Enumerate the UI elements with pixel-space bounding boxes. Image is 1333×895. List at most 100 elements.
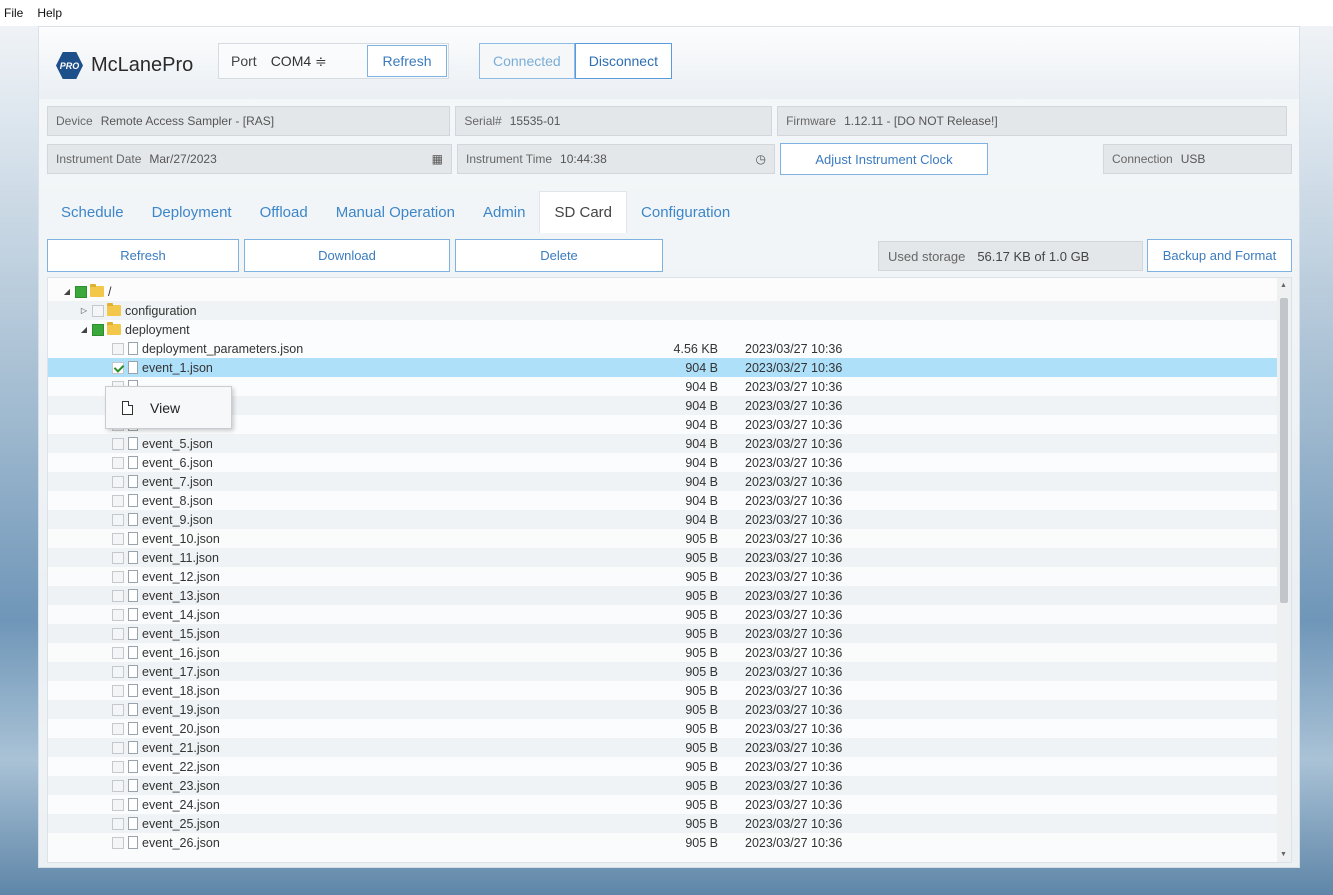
instrument-date-value: Mar/27/2023 [149,152,217,166]
file-row[interactable]: event_7.json 904 B 2023/03/27 10:36 [48,472,1278,491]
file-row[interactable]: event_5.json 904 B 2023/03/27 10:36 [48,434,1278,453]
file-row[interactable]: 904 B 2023/03/27 10:36 [48,415,1278,434]
file-row[interactable]: event_10.json 905 B 2023/03/27 10:36 [48,529,1278,548]
file-checkbox[interactable] [112,646,124,659]
file-row[interactable]: event_11.json 905 B 2023/03/27 10:36 [48,548,1278,567]
file-checkbox[interactable] [112,817,124,830]
calendar-icon[interactable]: ▦ [432,152,443,166]
file-checkbox[interactable] [112,684,124,697]
file-size: 905 B [685,645,718,660]
file-row[interactable]: event_1.json 904 B 2023/03/27 10:36 [48,358,1278,377]
file-checkbox[interactable] [112,475,124,488]
port-refresh-button[interactable]: Refresh [367,45,447,77]
adjust-clock-button[interactable]: Adjust Instrument Clock [780,143,988,175]
tab-manual-operation[interactable]: Manual Operation [322,191,469,233]
app-window: PRO McLanePro Port COM4 ≑ Refresh Connec… [38,26,1300,868]
file-row[interactable]: event_8.json 904 B 2023/03/27 10:36 [48,491,1278,510]
root-checkbox[interactable] [75,285,87,298]
download-button[interactable]: Download [244,239,450,272]
file-row[interactable]: event_14.json 905 B 2023/03/27 10:36 [48,605,1278,624]
tree-folder-deployment[interactable]: ◢ deployment [48,320,1278,339]
file-size: 905 B [685,588,718,603]
context-menu-view[interactable]: View [150,400,180,416]
connection-group: Connected Disconnect [479,43,672,79]
clock-icon[interactable]: ◷ [756,152,766,166]
file-row[interactable]: event_22.json 905 B 2023/03/27 10:36 [48,757,1278,776]
file-checkbox[interactable] [112,342,124,355]
file-row[interactable]: event_25.json 905 B 2023/03/27 10:36 [48,814,1278,833]
file-checkbox[interactable] [112,570,124,583]
folder-checkbox[interactable] [92,323,104,336]
folder-checkbox[interactable] [92,304,104,317]
port-select[interactable]: COM4 ≑ [271,53,327,70]
tab-offload[interactable]: Offload [246,191,322,233]
file-row[interactable]: event_16.json 905 B 2023/03/27 10:36 [48,643,1278,662]
file-checkbox[interactable] [112,741,124,754]
instrument-date-cell[interactable]: Instrument Date Mar/27/2023 ▦ [47,144,452,174]
tree-root[interactable]: ◢ / [48,282,1278,301]
file-row[interactable]: event_13.json 905 B 2023/03/27 10:36 [48,586,1278,605]
file-row[interactable]: event_12.json 905 B 2023/03/27 10:36 [48,567,1278,586]
file-row[interactable]: event_15.json 905 B 2023/03/27 10:36 [48,624,1278,643]
connected-button[interactable]: Connected [479,43,575,79]
file-checkbox[interactable] [112,779,124,792]
file-row[interactable]: event_21.json 905 B 2023/03/27 10:36 [48,738,1278,757]
file-checkbox[interactable] [112,665,124,678]
file-row[interactable]: event_24.json 905 B 2023/03/27 10:36 [48,795,1278,814]
vertical-scrollbar[interactable]: ▲ ▼ [1277,278,1291,862]
file-tree[interactable]: ◢ / ▷ configuration ◢ deployment deploym… [47,277,1292,863]
file-checkbox[interactable] [112,361,124,374]
collapse-icon[interactable]: ◢ [62,287,72,296]
file-checkbox[interactable] [112,608,124,621]
tree-folder-configuration[interactable]: ▷ configuration [48,301,1278,320]
file-checkbox[interactable] [112,760,124,773]
menu-help[interactable]: Help [37,6,62,20]
file-row[interactable]: event_17.json 905 B 2023/03/27 10:36 [48,662,1278,681]
file-row[interactable]: event_19.json 905 B 2023/03/27 10:36 [48,700,1278,719]
tab-deployment[interactable]: Deployment [138,191,246,233]
file-row[interactable]: event_6.json 904 B 2023/03/27 10:36 [48,453,1278,472]
tab-configuration[interactable]: Configuration [627,191,744,233]
collapse-icon[interactable]: ◢ [79,325,89,334]
tab-admin[interactable]: Admin [469,191,540,233]
file-row[interactable]: event_20.json 905 B 2023/03/27 10:36 [48,719,1278,738]
file-checkbox[interactable] [112,703,124,716]
file-checkbox[interactable] [112,494,124,507]
scroll-up-icon[interactable]: ▲ [1280,282,1287,289]
backup-format-button[interactable]: Backup and Format [1147,239,1292,272]
instrument-time-cell[interactable]: Instrument Time 10:44:38 ◷ [457,144,775,174]
file-checkbox[interactable] [112,456,124,469]
file-checkbox[interactable] [112,532,124,545]
file-checkbox[interactable] [112,627,124,640]
menu-file[interactable]: File [4,6,23,20]
file-checkbox[interactable] [112,798,124,811]
file-row[interactable]: event_23.json 905 B 2023/03/27 10:36 [48,776,1278,795]
file-size: 904 B [685,455,718,470]
tab-sd-card[interactable]: SD Card [539,191,628,233]
file-row[interactable]: event_9.json 904 B 2023/03/27 10:36 [48,510,1278,529]
disconnect-button[interactable]: Disconnect [574,43,672,79]
file-checkbox[interactable] [112,722,124,735]
expand-icon[interactable]: ▷ [79,306,89,315]
file-checkbox[interactable] [112,551,124,564]
file-checkbox[interactable] [112,589,124,602]
delete-button[interactable]: Delete [455,239,663,272]
file-name: event_12.json [142,569,220,584]
file-icon [128,684,138,697]
sd-refresh-button[interactable]: Refresh [47,239,239,272]
scroll-thumb[interactable] [1280,298,1288,603]
file-name: event_23.json [142,778,220,793]
file-checkbox[interactable] [112,513,124,526]
file-name: event_14.json [142,607,220,622]
file-row[interactable]: 904 B 2023/03/27 10:36 [48,396,1278,415]
scroll-down-icon[interactable]: ▼ [1280,851,1287,858]
file-checkbox[interactable] [112,437,124,450]
file-row[interactable]: deployment_parameters.json 4.56 KB 2023/03… [48,339,1278,358]
file-row[interactable]: event_26.json 905 B 2023/03/27 10:36 [48,833,1278,852]
tab-schedule[interactable]: Schedule [47,191,138,233]
file-row[interactable]: 904 B 2023/03/27 10:36 [48,377,1278,396]
file-checkbox[interactable] [112,836,124,849]
file-size: 905 B [685,835,718,850]
file-icon [128,570,138,583]
file-row[interactable]: event_18.json 905 B 2023/03/27 10:36 [48,681,1278,700]
